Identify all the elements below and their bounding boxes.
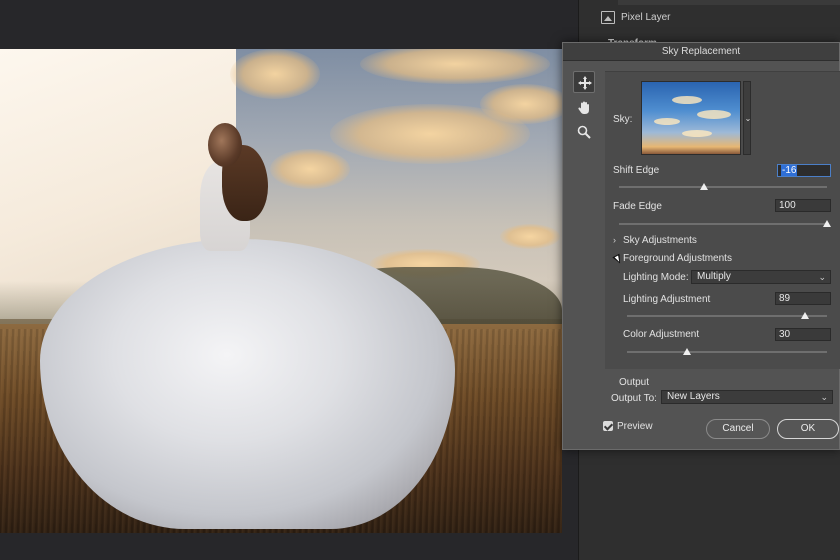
ok-button[interactable]: OK (777, 419, 839, 439)
sky-adjustments-chevron-right-icon[interactable]: › (613, 235, 616, 245)
zoom-icon (577, 125, 591, 139)
output-to-value: New Layers (667, 391, 720, 402)
photoshop-workspace: Pixel Layer Transform Sky Replacement (0, 0, 840, 560)
lighting-mode-select[interactable]: Multiply ⌄ (691, 270, 831, 284)
shift-edge-slider-thumb[interactable] (700, 183, 709, 190)
dialog-toolstrip (573, 71, 597, 145)
properties-panel-tab-strip (618, 0, 840, 5)
chevron-down-icon: ⌄ (744, 114, 752, 123)
output-to-select[interactable]: New Layers ⌄ (661, 390, 833, 404)
shift-edge-input[interactable]: -16 (777, 164, 831, 177)
hand-icon (578, 101, 589, 114)
cloud (500, 224, 560, 249)
shift-edge-slider-track[interactable] (619, 186, 827, 188)
sky-adjustments-section-toggle[interactable]: Sky Adjustments (623, 235, 697, 246)
sky-label: Sky: (613, 114, 633, 125)
cloud (270, 149, 350, 189)
thumb-cloud (697, 110, 731, 119)
shift-edge-label: Shift Edge (613, 165, 660, 176)
lighting-adjustment-input[interactable]: 89 (775, 292, 831, 305)
preview-checkbox[interactable] (603, 421, 613, 431)
color-adjustment-input[interactable]: 30 (775, 328, 831, 341)
cloud (230, 49, 320, 99)
move-icon (578, 76, 592, 90)
chevron-down-icon: ⌄ (818, 272, 826, 282)
color-adjustment-slider-track[interactable] (627, 351, 827, 353)
thumb-cloud (672, 96, 702, 104)
zoom-tool-button[interactable] (573, 121, 595, 143)
sky-replacement-dialog: Sky Replacement Sky: ⌄ Shift Edge -16 Fa… (562, 42, 840, 450)
hand-tool-button[interactable] (573, 97, 595, 119)
layer-type-label: Pixel Layer (621, 12, 671, 23)
pixel-layer-icon (601, 11, 615, 24)
preview-label: Preview (617, 421, 653, 432)
lighting-mode-value: Multiply (697, 271, 731, 282)
color-adjustment-label: Color Adjustment (623, 329, 700, 340)
fade-edge-slider-track[interactable] (619, 223, 827, 225)
fade-edge-input[interactable]: 100 (775, 199, 831, 212)
dialog-title: Sky Replacement (661, 46, 741, 57)
chevron-down-icon: ⌄ (820, 392, 828, 402)
lighting-mode-label: Lighting Mode: (623, 272, 689, 283)
document-canvas-image[interactable] (0, 49, 562, 533)
color-adjustment-slider-thumb[interactable] (683, 348, 691, 355)
fade-edge-slider-thumb[interactable] (823, 220, 831, 227)
foreground-adjustments-section-toggle[interactable]: Foreground Adjustments (623, 253, 732, 264)
lighting-adjustment-label: Lighting Adjustment (623, 294, 711, 305)
output-section-label: Output (619, 377, 650, 388)
fade-edge-label: Fade Edge (613, 201, 662, 212)
move-tool-button[interactable] (573, 71, 595, 93)
dialog-titlebar[interactable]: Sky Replacement (563, 43, 839, 61)
bride-head (208, 123, 242, 167)
sky-preset-dropdown[interactable]: ⌄ (743, 81, 751, 155)
cancel-button[interactable]: Cancel (706, 419, 770, 439)
lighting-adjustment-slider-track[interactable] (627, 315, 827, 317)
lighting-adjustment-slider-thumb[interactable] (801, 312, 809, 319)
cloud (480, 84, 562, 124)
bride-dress (40, 239, 455, 529)
output-to-label: Output To: (611, 393, 657, 404)
thumb-cloud (654, 118, 680, 125)
thumb-cloud (682, 130, 712, 137)
sky-preset-thumbnail[interactable] (641, 81, 741, 155)
